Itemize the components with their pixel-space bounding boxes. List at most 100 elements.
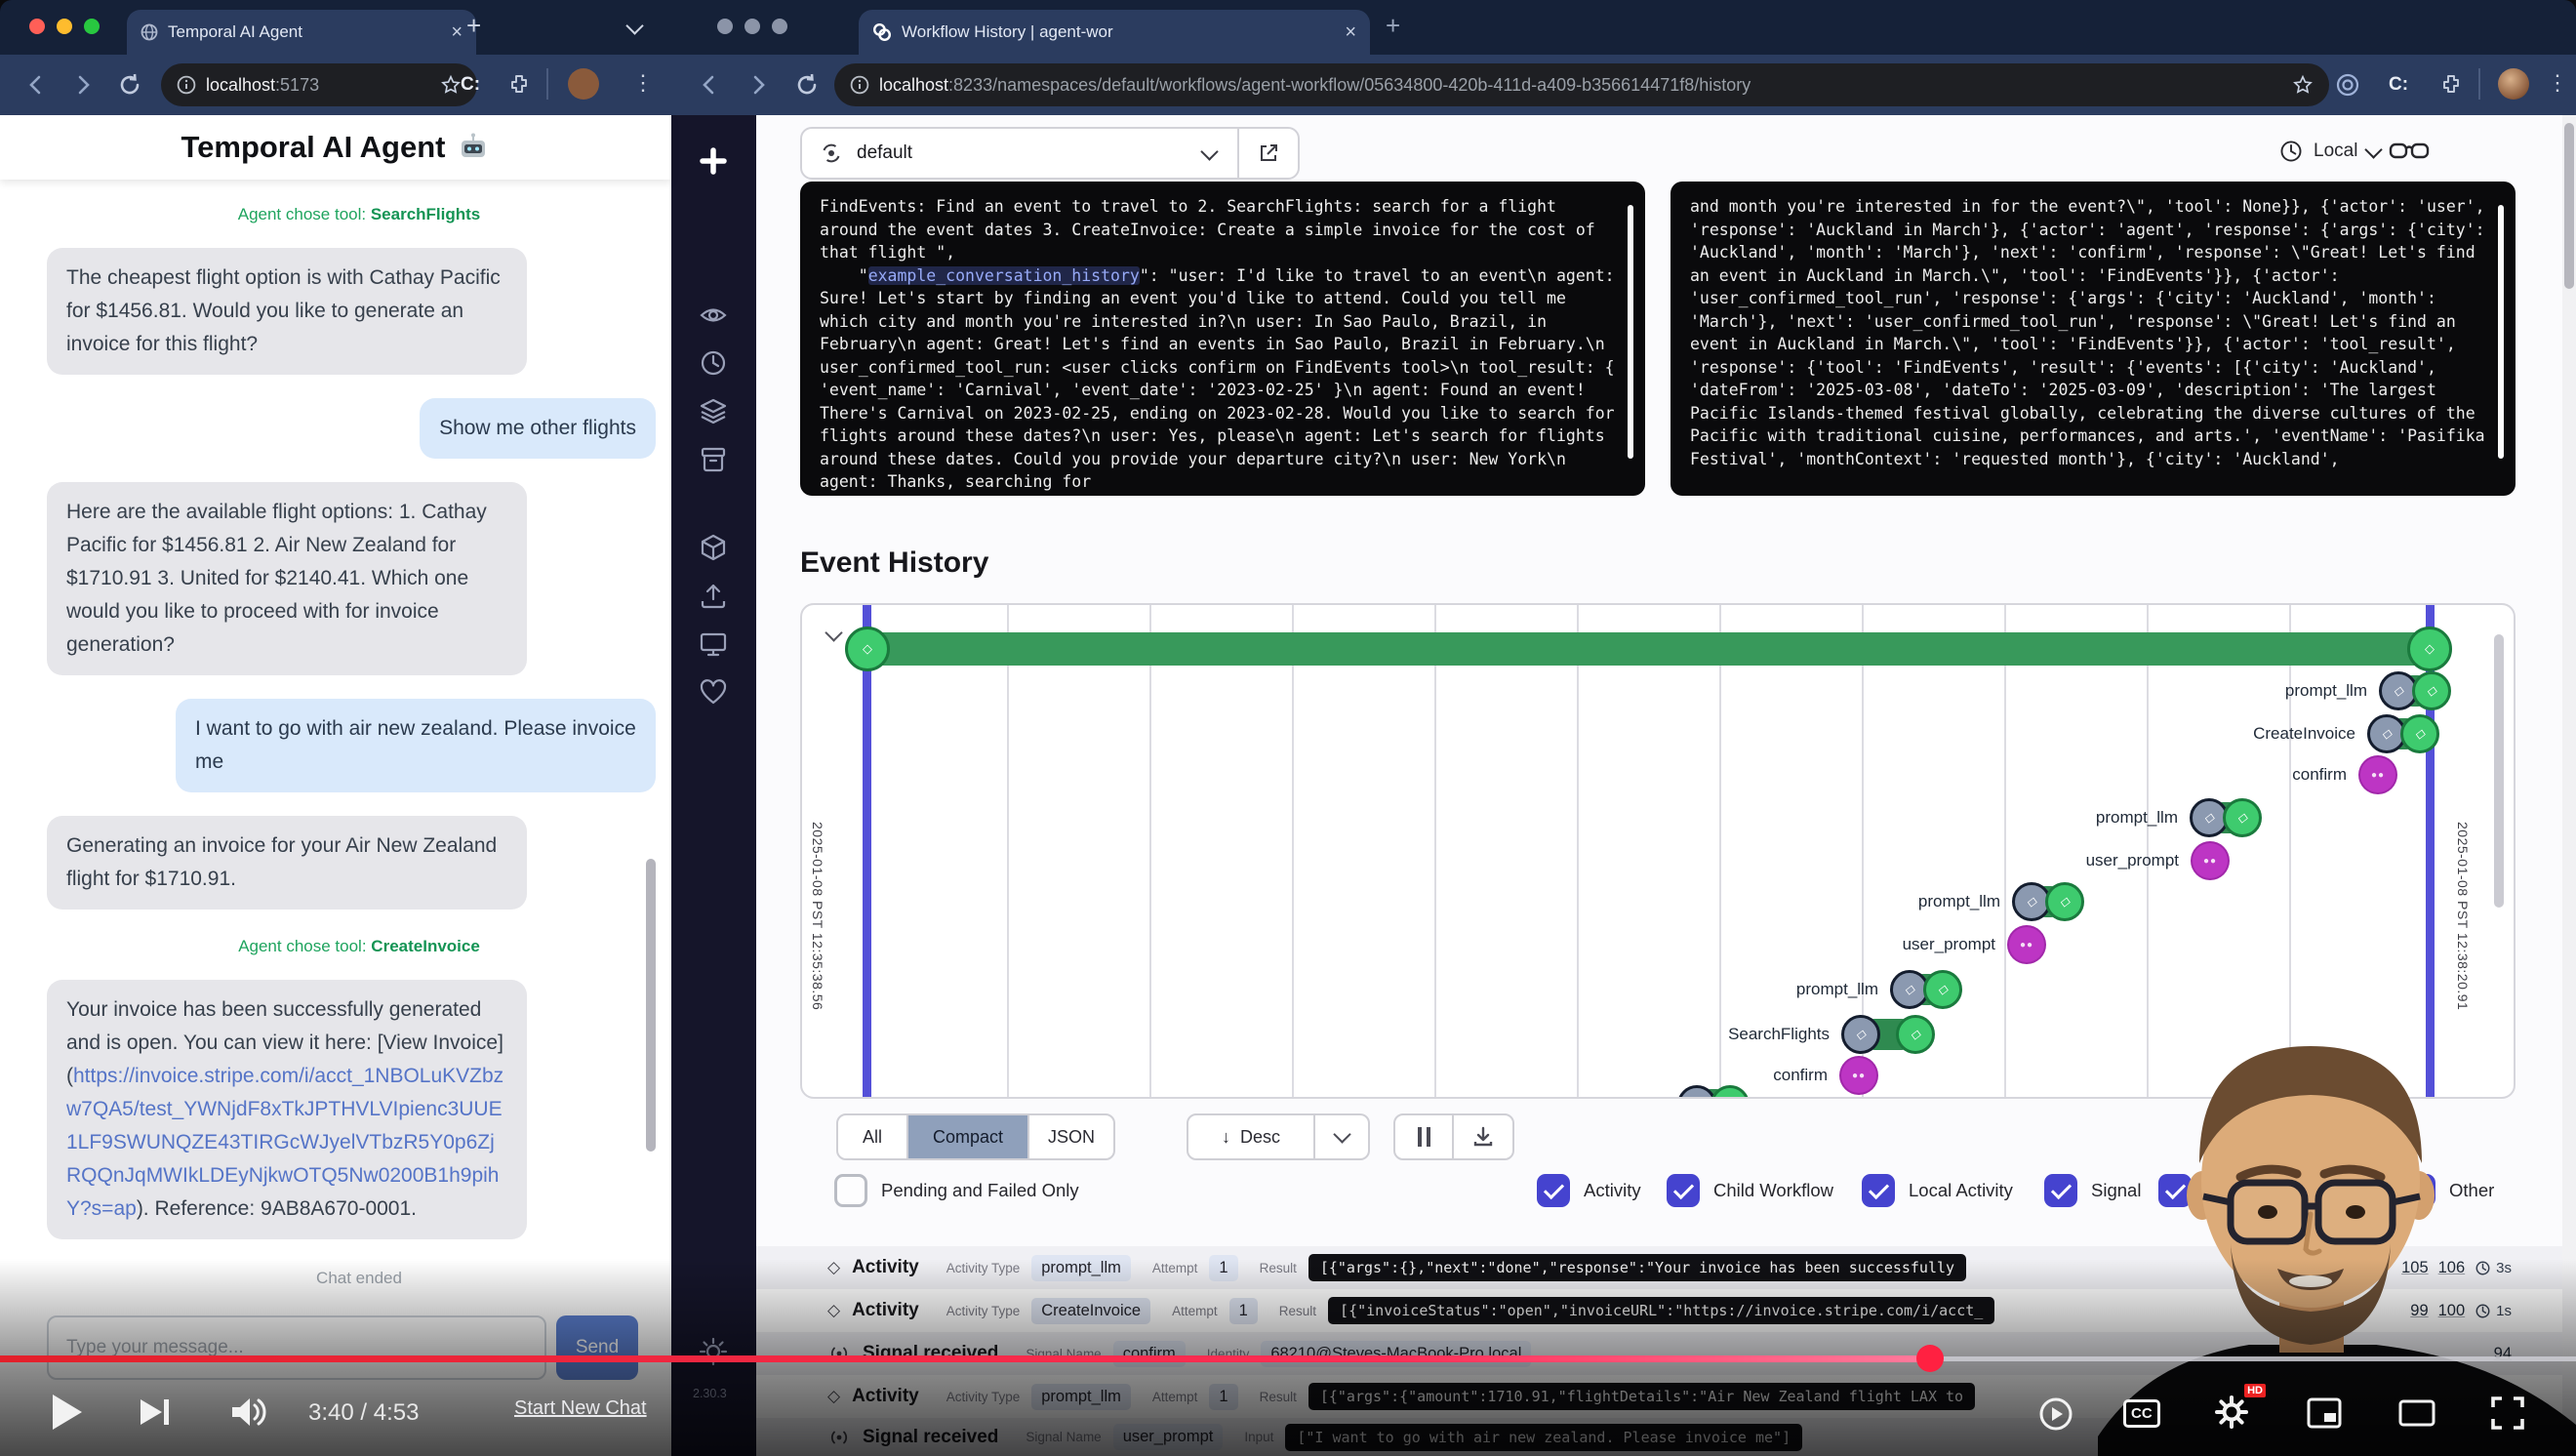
workflow-end-marker[interactable]: ◇ <box>2407 627 2452 671</box>
heart-icon[interactable] <box>699 677 728 707</box>
temporal-logo-icon[interactable] <box>699 146 728 176</box>
browser-menu-icon[interactable]: ⋮ <box>2547 70 2568 96</box>
close-window-button[interactable] <box>717 19 733 34</box>
back-icon[interactable] <box>697 72 722 98</box>
settings-gear-icon[interactable]: HD <box>2213 1394 2250 1431</box>
code-scrollbar[interactable] <box>1628 205 1633 459</box>
history-clock-icon[interactable] <box>699 348 728 378</box>
chat-message-list[interactable]: Agent chose tool: SearchFlights The chea… <box>0 180 710 1317</box>
captions-button[interactable]: CC <box>2123 1399 2160 1428</box>
collapse-timeline-chevron-icon[interactable] <box>827 627 840 644</box>
timeline-scrollbar[interactable] <box>2494 634 2504 908</box>
pause-button[interactable] <box>1395 1115 1452 1158</box>
browser-menu-icon[interactable]: ⋮ <box>632 70 654 96</box>
extension-badge-icon[interactable] <box>2335 72 2360 98</box>
bookmark-star-icon[interactable] <box>440 74 462 96</box>
code-scrollbar[interactable] <box>2498 205 2504 459</box>
site-info-icon[interactable] <box>850 75 869 95</box>
zoom-window-button[interactable] <box>84 19 100 34</box>
minimize-window-button[interactable] <box>745 19 760 34</box>
play-button-icon[interactable] <box>51 1393 84 1432</box>
new-tab-button[interactable]: + <box>1386 11 1400 41</box>
view-json-button[interactable]: JSON <box>1027 1115 1113 1158</box>
filter-child-workflow[interactable]: Child Workflow <box>1667 1174 1833 1207</box>
bot-message-invoice: Your invoice has been successfully gener… <box>47 980 527 1239</box>
start-new-chat-link[interactable]: Start New Chat <box>514 1397 647 1420</box>
fullscreen-icon[interactable] <box>2490 1395 2525 1431</box>
profile-avatar[interactable] <box>2498 68 2529 100</box>
site-info-icon[interactable] <box>177 75 196 95</box>
address-bar[interactable]: localhost:8233/namespaces/default/workfl… <box>834 63 2329 106</box>
address-bar[interactable]: localhost:5173 <box>161 63 477 106</box>
sort-desc-button[interactable]: ↓Desc <box>1188 1115 1313 1158</box>
miniplayer-icon[interactable] <box>2307 1397 2342 1429</box>
timeline-event[interactable]: prompt_llm ◇◇ <box>1584 1085 1750 1099</box>
tab-search-chevron-icon[interactable] <box>628 20 641 37</box>
timeline-event[interactable]: CreateInvoice ◇◇ <box>2253 714 2439 753</box>
extension-c-icon[interactable]: C: <box>2389 74 2408 96</box>
user-message: I want to go with air new zealand. Pleas… <box>176 699 656 792</box>
archive-box-icon[interactable] <box>699 445 728 474</box>
forward-icon[interactable] <box>70 72 96 98</box>
new-tab-button[interactable]: + <box>466 11 481 41</box>
timeline-event[interactable]: user_prompt ●● <box>1903 925 2046 964</box>
progress-bar-played[interactable] <box>0 1355 1930 1362</box>
conversation-code-block[interactable]: and month you're interested in for the e… <box>1670 182 2516 496</box>
prompt-code-block[interactable]: FindEvents: Find an event to travel to 2… <box>800 182 1645 496</box>
back-icon[interactable] <box>23 72 49 98</box>
cube-icon[interactable] <box>699 533 728 562</box>
timeline-event[interactable]: prompt_llm ◇◇ <box>1796 970 1962 1009</box>
timeline-event[interactable]: SearchFlights ◇◇ <box>1728 1015 1935 1054</box>
profile-avatar[interactable] <box>568 68 599 100</box>
eye-icon[interactable] <box>699 301 728 330</box>
extension-c-icon[interactable]: C: <box>461 74 480 96</box>
timeline-event[interactable]: prompt_llm ◇◇ <box>1918 882 2084 921</box>
forward-icon[interactable] <box>745 72 771 98</box>
view-all-button[interactable]: All <box>838 1115 906 1158</box>
timeline-event[interactable]: confirm ●● <box>1773 1056 1878 1095</box>
workflow-start-marker[interactable]: ◇ <box>845 627 890 671</box>
next-button-icon[interactable] <box>139 1395 172 1429</box>
reload-icon[interactable] <box>117 72 142 98</box>
progress-playhead[interactable] <box>1916 1345 1944 1372</box>
timeline-event[interactable]: prompt_llm ◇◇ <box>2285 671 2451 710</box>
screen-icon[interactable] <box>699 629 728 659</box>
timezone-select[interactable]: Local <box>2278 129 2380 174</box>
filter-activity[interactable]: Activity <box>1537 1174 1641 1207</box>
reload-icon[interactable] <box>794 72 820 98</box>
namespace-select[interactable]: default <box>800 127 1300 180</box>
download-button[interactable] <box>1452 1115 1512 1158</box>
theater-mode-icon[interactable] <box>2398 1399 2435 1427</box>
filter-pending-failed[interactable]: Pending and Failed Only <box>834 1174 1079 1207</box>
autoplay-toggle-icon[interactable] <box>2037 1395 2074 1433</box>
chevron-down-icon <box>2365 141 2383 158</box>
toolbar-divider <box>546 68 548 100</box>
upload-icon[interactable] <box>699 582 728 611</box>
volume-icon[interactable] <box>230 1395 269 1429</box>
namespace-value: default <box>857 142 912 164</box>
filter-local-activity[interactable]: Local Activity <box>1862 1174 2013 1207</box>
browser-tab[interactable]: Workflow History | agent-wor × <box>859 10 1370 55</box>
minimize-window-button[interactable] <box>57 19 72 34</box>
tab-close-icon[interactable]: × <box>451 21 463 44</box>
progress-bar-remaining[interactable] <box>1930 1356 2576 1361</box>
extensions-puzzle-icon[interactable] <box>2439 72 2463 96</box>
layers-icon[interactable] <box>699 396 728 425</box>
page-scrollbar-thumb[interactable] <box>2564 123 2574 289</box>
timeline-event[interactable]: prompt_llm ◇◇ <box>2096 798 2262 837</box>
timeline-event[interactable]: user_prompt ●● <box>2086 841 2230 880</box>
view-compact-button[interactable]: Compact <box>906 1115 1027 1158</box>
zoom-window-button[interactable] <box>772 19 787 34</box>
bookmark-star-icon[interactable] <box>2292 74 2314 96</box>
left-browser-toolbar: localhost:5173 C: ⋮ <box>0 55 671 115</box>
close-window-button[interactable] <box>29 19 45 34</box>
external-link-icon[interactable] <box>1257 142 1280 165</box>
sort-options-chevron[interactable] <box>1313 1115 1368 1158</box>
browser-tab[interactable]: Temporal AI Agent × <box>127 10 476 55</box>
timeline-event[interactable]: confirm ●● <box>2292 755 2397 794</box>
tab-close-icon[interactable]: × <box>1345 21 1356 44</box>
chat-scrollbar[interactable] <box>646 859 656 1152</box>
reader-glasses-icon[interactable] <box>2389 137 2430 166</box>
workflow-execution-bar[interactable] <box>866 632 2434 666</box>
extensions-puzzle-icon[interactable] <box>507 72 531 96</box>
